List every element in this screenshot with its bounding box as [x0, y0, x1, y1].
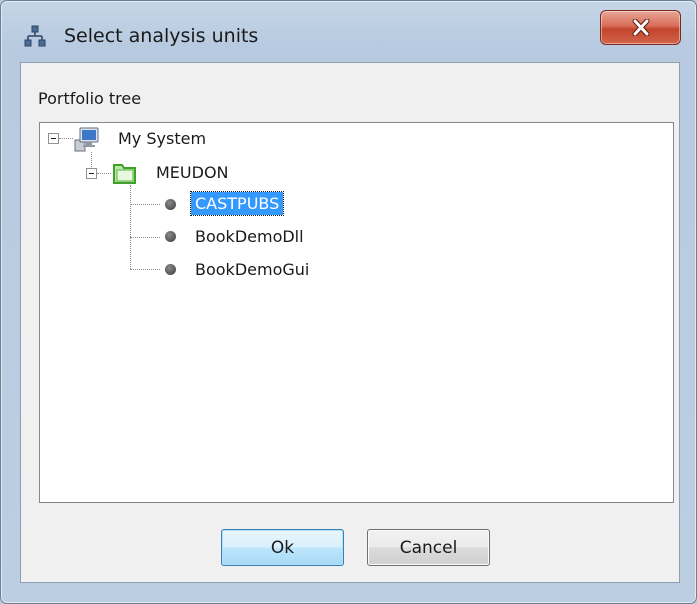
tree-connector — [97, 173, 111, 174]
cancel-button[interactable]: Cancel — [367, 529, 490, 566]
tree-node-my-system[interactable]: My System — [118, 129, 206, 148]
tree-connector — [91, 152, 92, 169]
close-button[interactable] — [600, 10, 681, 45]
computer-icon — [74, 126, 102, 152]
dialog-content: Portfolio tree My System MEUDON CASTPUBS… — [20, 62, 680, 583]
collapse-toggle-meudon[interactable] — [86, 168, 97, 179]
dialog-window: Select analysis units Portfolio tree My … — [0, 0, 697, 604]
close-icon — [632, 19, 650, 36]
analysis-unit-icon — [165, 264, 176, 275]
tree-node-bookdemodll[interactable]: BookDemoDll — [195, 227, 304, 246]
portfolio-tree-label: Portfolio tree — [38, 89, 142, 108]
title-bar[interactable]: Select analysis units — [1, 1, 696, 61]
tree-connector — [130, 269, 160, 270]
analysis-unit-icon — [165, 231, 176, 242]
collapse-toggle-my-system[interactable] — [48, 133, 59, 144]
tree-node-bookdemogui[interactable]: BookDemoGui — [195, 260, 309, 279]
ok-button[interactable]: Ok — [221, 529, 344, 566]
portfolio-tree[interactable]: My System MEUDON CASTPUBS BookDemoDll Bo… — [39, 122, 674, 503]
tree-connector — [130, 204, 160, 205]
tree-node-castpubs[interactable]: CASTPUBS — [189, 191, 285, 216]
tree-connector — [130, 237, 160, 238]
tree-connector — [130, 185, 131, 269]
window-title: Select analysis units — [64, 25, 259, 47]
tree-connector — [59, 138, 73, 139]
tree-node-meudon[interactable]: MEUDON — [156, 163, 229, 182]
hierarchy-icon — [24, 25, 46, 47]
folder-icon — [112, 160, 138, 186]
analysis-unit-icon — [165, 199, 176, 210]
